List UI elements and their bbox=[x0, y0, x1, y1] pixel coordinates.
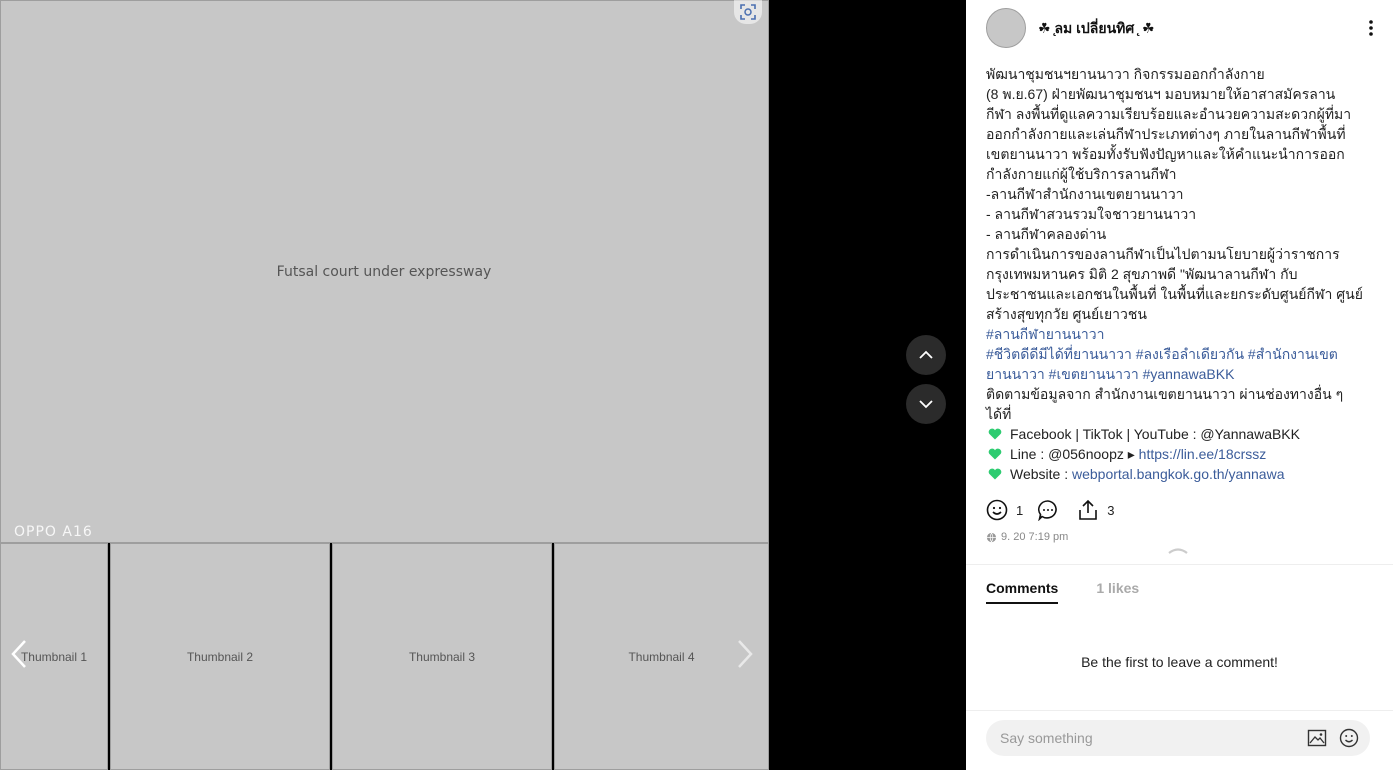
chevron-right-icon bbox=[738, 640, 753, 668]
comment-tabs: Comments 1 likes bbox=[986, 580, 1177, 604]
more-vertical-icon bbox=[1369, 20, 1373, 36]
next-post-button[interactable] bbox=[906, 384, 946, 424]
avatar[interactable] bbox=[986, 8, 1026, 48]
globe-icon bbox=[986, 532, 997, 542]
chevron-up-icon bbox=[1168, 548, 1188, 554]
contact-line: Line : @056noopz ▸ https://lin.ee/18crss… bbox=[986, 444, 1361, 464]
caption-lines: พัฒนาชุมชนฯยานนาวา กิจกรรมออกกำลังกาย (8… bbox=[986, 64, 1363, 424]
empty-comments-message: Be the first to leave a comment! bbox=[1081, 654, 1278, 670]
caption-line: ออกกำลังกายและเล่นกีฬาประเภทต่างๆ ภายในล… bbox=[986, 126, 1346, 142]
line-link[interactable]: https://lin.ee/18crssz bbox=[1139, 446, 1267, 462]
caption-line: การดำเนินการของลานกีฬาเป็นไปตามนโยบายผู้… bbox=[986, 246, 1340, 262]
divider bbox=[966, 564, 1393, 565]
thumbnail-3[interactable]: Thumbnail 3 bbox=[332, 543, 552, 770]
play-arrow-icon: ▸ bbox=[1127, 446, 1135, 462]
hashtag-line[interactable]: ยานนาวา #เขตยานนาวา #yannawaBKK bbox=[986, 364, 1361, 384]
reaction-count: 1 bbox=[1016, 502, 1024, 518]
post-timestamp: 9. 20 7:19 pm bbox=[986, 531, 1068, 543]
emoji-button[interactable] bbox=[1338, 727, 1360, 749]
post-header: ☘ ̨ลม เปลี่ยนทิศ ̨ ☘ bbox=[986, 8, 1379, 50]
divider bbox=[966, 710, 1393, 711]
post-panel: ☘ ̨ลม เปลี่ยนทิศ ̨ ☘ พัฒนาชุมชนฯยานนาวา … bbox=[966, 0, 1393, 770]
smile-icon bbox=[986, 499, 1008, 521]
caption-line: - ลานกีฬาคลองด่าน bbox=[986, 226, 1107, 242]
caption-line: พัฒนาชุมชนฯยานนาวา กิจกรรมออกกำลังกาย bbox=[986, 66, 1265, 82]
comment-bubble-icon bbox=[1038, 500, 1058, 521]
comment-composer bbox=[986, 720, 1370, 756]
main-photo-image: Futsal court under expressway bbox=[0, 0, 769, 543]
green-heart-icon bbox=[988, 448, 1002, 460]
caption-line: (8 พ.ย.67) ฝ่ายพัฒนาชุมชนฯ มอบหมายให้อาส… bbox=[986, 86, 1336, 102]
thumbnail-prev-arrow[interactable] bbox=[4, 632, 34, 676]
website-link[interactable]: webportal.bangkok.go.th/yannawa bbox=[1072, 466, 1284, 482]
post-caption: พัฒนาชุมชนฯยานนาวา กิจกรรมออกกำลังกาย (8… bbox=[986, 64, 1363, 484]
caption-line: สร้างสุขทุกวัย ศูนย์เยาวชน bbox=[986, 306, 1147, 322]
caption-line: ติดตามข้อมูลจาก สำนักงานเขตยานนาวา ผ่านช… bbox=[986, 386, 1344, 402]
collapse-caption-button[interactable] bbox=[1166, 543, 1190, 557]
image-search-button[interactable] bbox=[734, 0, 762, 24]
previous-post-button[interactable] bbox=[906, 335, 946, 375]
attach-image-button[interactable] bbox=[1306, 727, 1328, 749]
share-count: 3 bbox=[1107, 502, 1115, 518]
chevron-down-icon bbox=[919, 400, 933, 409]
thumbnail-next-arrow[interactable] bbox=[730, 632, 760, 676]
post-actions: 1 3 bbox=[986, 498, 1128, 522]
svg-text:Futsal court under expressway: Futsal court under expressway bbox=[277, 264, 492, 280]
camera-watermark: OPPO A16 bbox=[14, 524, 93, 540]
tab-comments[interactable]: Comments bbox=[986, 580, 1059, 604]
thumbnail-strip: Thumbnail 1 Thumbnail 2 Thumbnail 3 Thum… bbox=[0, 543, 769, 770]
react-button[interactable] bbox=[986, 499, 1008, 521]
chevron-up-icon bbox=[919, 350, 933, 359]
hashtag-line[interactable]: #ชีวิตดีดีมีได้ที่ยานนาวา #ลงเรือลำเดียว… bbox=[986, 344, 1361, 364]
caption-line: กรุงเทพมหานคร มิติ 2 สุขภาพดี "พัฒนาลานก… bbox=[986, 266, 1298, 282]
green-heart-icon bbox=[988, 468, 1002, 480]
author-name[interactable]: ☘ ̨ลม เปลี่ยนทิศ ̨ ☘ bbox=[1038, 18, 1155, 40]
scan-icon bbox=[740, 4, 756, 20]
contact-facebook: Facebook | TikTok | YouTube : @YannawaBK… bbox=[986, 424, 1361, 444]
green-heart-icon bbox=[988, 428, 1002, 440]
thumbnail-2[interactable]: Thumbnail 2 bbox=[110, 543, 330, 770]
hashtag-line[interactable]: #ลานกีฬายานนาวา bbox=[986, 324, 1361, 344]
main-photo[interactable]: Futsal court under expressway OPPO A16 bbox=[0, 0, 769, 543]
caption-line: -ลานกีฬาสำนักงานเขตยานนาวา bbox=[986, 186, 1184, 202]
media-viewer: Futsal court under expressway OPPO A16 T… bbox=[0, 0, 966, 770]
caption-line: กีฬา ลงพื้นที่ดูแลความเรียบร้อยและอำนวยค… bbox=[986, 106, 1352, 122]
share-button[interactable] bbox=[1077, 499, 1099, 521]
comment-button[interactable] bbox=[1037, 499, 1059, 521]
caption-line: กำลังกายแก่ผู้ใช้บริการลานกีฬา bbox=[986, 166, 1177, 182]
caption-line: ประชาชนและเอกชนในพื้นที่ ในพื้นที่และยกร… bbox=[986, 286, 1363, 302]
more-options-button[interactable] bbox=[1363, 18, 1379, 38]
contact-website: Website : webportal.bangkok.go.th/yannaw… bbox=[986, 464, 1361, 484]
smile-icon bbox=[1339, 728, 1359, 748]
caption-line: ได้ที่ bbox=[986, 406, 1012, 422]
caption-line: - ลานกีฬาสวนรวมใจชาวยานนาวา bbox=[986, 206, 1197, 222]
tab-likes[interactable]: 1 likes bbox=[1096, 580, 1139, 604]
share-icon bbox=[1079, 499, 1098, 520]
image-icon bbox=[1307, 729, 1327, 747]
caption-line: เขตยานนาวา พร้อมทั้งรับฟังปัญหาและให้คำแ… bbox=[986, 146, 1345, 162]
chevron-left-icon bbox=[11, 640, 26, 668]
comment-input[interactable] bbox=[986, 729, 1306, 747]
